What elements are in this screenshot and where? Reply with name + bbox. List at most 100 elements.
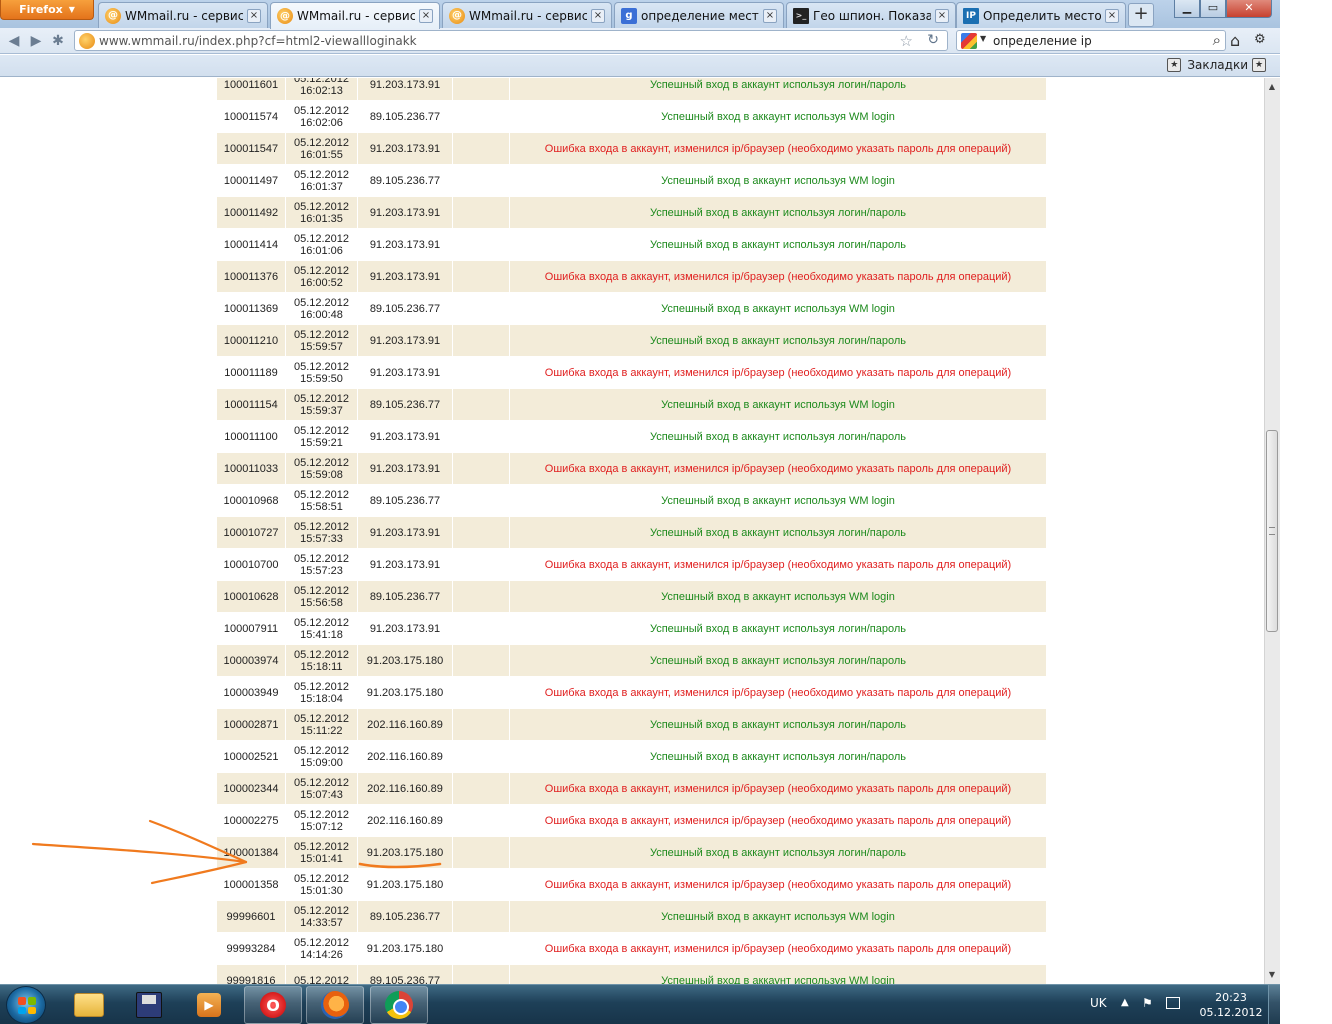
row-ip: 89.105.236.77 [357, 100, 453, 133]
back-arrow-icon[interactable]: ◀ [4, 31, 24, 51]
wmmail-icon: @ [277, 8, 293, 24]
table-row: 100003974 05.12.2012 15:18:11 91.203.175.18… [216, 644, 1047, 677]
row-date: 05.12.2012 [293, 808, 350, 821]
history-icon[interactable]: ✱ [48, 31, 68, 51]
row-ip: 89.105.236.77 [357, 292, 453, 325]
search-icon[interactable]: ⌕ [1213, 31, 1221, 49]
table-row: 100010700 05.12.2012 15:57:23 91.203.173.91… [216, 548, 1047, 581]
row-id: 100010968 [216, 484, 286, 517]
table-row: 100010628 05.12.2012 15:56:58 89.105.236.77… [216, 580, 1047, 613]
firefox-menu-label: Firefox [19, 3, 63, 16]
row-datetime: 05.12.2012 15:59:57 [285, 324, 358, 357]
row-id: 100011376 [216, 260, 286, 293]
row-time: 16:02:06 [300, 116, 343, 129]
row-empty-cell [452, 260, 510, 293]
taskbar-floppy[interactable] [120, 986, 178, 1024]
taskbar-opera[interactable]: O [244, 986, 302, 1024]
action-center-flag-icon[interactable]: ⚑ [1142, 996, 1153, 1010]
tab-4[interactable]: g определение места п... × [614, 2, 784, 28]
login-history-table: 100011601 05.12.2012 16:02:13 91.203.173.91… [216, 78, 1047, 984]
chevron-down-icon[interactable]: ▼ [980, 34, 986, 43]
row-date: 05.12.2012 [293, 974, 350, 985]
table-row: 100002521 05.12.2012 15:09:00 202.116.160.8… [216, 740, 1047, 773]
close-icon[interactable]: × [763, 8, 777, 23]
row-ip: 202.116.160.89 [357, 804, 453, 837]
taskbar-media-player[interactable]: ▶ [180, 986, 238, 1024]
url-host: www.wmmail.ru [99, 33, 195, 48]
tab-title: Определить месторa... [983, 8, 1101, 23]
tools-icon[interactable]: ⚙ [1254, 32, 1266, 47]
row-datetime: 05.12.2012 14:14:26 [285, 932, 358, 965]
bookmarks-toolbar: ★ Закладки ★ [0, 55, 1280, 77]
arrow-shaft [31, 842, 248, 864]
forward-arrow-icon[interactable]: ▶ [26, 31, 46, 51]
bookmarks-menu-button[interactable]: ★ Закладки [1167, 58, 1248, 72]
row-message: Успешный вход в аккаунт используя WM log… [509, 388, 1047, 421]
row-datetime: 05.12.2012 15:59:50 [285, 356, 358, 389]
close-icon[interactable]: × [247, 8, 261, 23]
row-ip: 91.203.173.91 [357, 356, 453, 389]
taskbar-firefox[interactable] [306, 986, 364, 1024]
tray-expand-icon[interactable]: ▲ [1121, 997, 1129, 1008]
close-icon[interactable]: × [1105, 8, 1119, 23]
scroll-down-arrow-icon[interactable]: ▼ [1264, 968, 1280, 982]
opera-icon: O [260, 992, 286, 1018]
search-input[interactable]: ▼ определение ip ⌕ [956, 30, 1226, 51]
row-datetime: 05.12.2012 15:18:11 [285, 644, 358, 677]
login-history-body: 100011601 05.12.2012 16:02:13 91.203.173.91… [216, 78, 1047, 985]
system-clock[interactable]: 20:23 05.12.2012 [1196, 990, 1266, 1020]
row-id: 100003949 [216, 676, 286, 709]
row-date: 05.12.2012 [293, 680, 350, 693]
google-icon[interactable] [961, 33, 977, 49]
row-empty-cell [452, 132, 510, 165]
tab-6[interactable]: IP Определить месторa... × [956, 2, 1126, 28]
url-bar[interactable]: www.wmmail.ru/index.php?cf=html2-viewall… [74, 30, 948, 51]
site-identity-icon[interactable] [79, 33, 95, 49]
clock-time: 20:23 [1215, 991, 1247, 1004]
close-icon[interactable]: × [935, 8, 949, 23]
language-indicator[interactable]: UK [1090, 996, 1107, 1010]
terminal-icon: >_ [793, 7, 809, 24]
row-ip: 202.116.160.89 [357, 740, 453, 773]
table-row: 100007911 05.12.2012 15:41:18 91.203.173.91… [216, 612, 1047, 645]
row-time: 14:33:57 [300, 916, 343, 929]
reload-icon[interactable]: ↻ [927, 32, 939, 48]
tab-3[interactable]: @ WMmail.ru - сервис п... × [442, 2, 612, 28]
row-message: Успешный вход в аккаунт используя WM log… [509, 900, 1047, 933]
table-row: 100002275 05.12.2012 15:07:12 202.116.160.8… [216, 804, 1047, 837]
tab-2-active[interactable]: @ WMmail.ru - сервис п... × [270, 2, 440, 29]
close-icon[interactable]: × [591, 8, 605, 23]
row-empty-cell [452, 356, 510, 389]
row-message: Успешный вход в аккаунт используя логин/… [509, 740, 1047, 773]
row-message: Успешный вход в аккаунт используя логин/… [509, 836, 1047, 869]
row-datetime: 05.12.2012 16:01:35 [285, 196, 358, 229]
row-message: Ошибка входа в аккаунт, изменился ip/бра… [509, 868, 1047, 901]
table-row: 100002344 05.12.2012 15:07:43 202.116.160.8… [216, 772, 1047, 805]
table-row: 100011547 05.12.2012 16:01:55 91.203.173.91… [216, 132, 1047, 165]
minimize-button[interactable]: ▁ [1174, 0, 1200, 18]
close-window-button[interactable]: ✕ [1226, 0, 1272, 18]
windows-start-icon[interactable] [6, 986, 46, 1024]
row-id: 100011601 [216, 78, 286, 101]
row-id: 100010727 [216, 516, 286, 549]
row-date: 05.12.2012 [293, 904, 350, 917]
close-icon[interactable]: × [419, 9, 433, 23]
firefox-menu-button[interactable]: Firefox ▼ [0, 0, 94, 20]
row-empty-cell [452, 548, 510, 581]
tab-1[interactable]: @ WMmail.ru - сервис п... × [98, 2, 268, 28]
bookmark-star-icon[interactable]: ☆ [900, 32, 913, 50]
star-icon[interactable]: ★ [1252, 58, 1266, 72]
row-time: 15:59:37 [300, 404, 343, 417]
taskbar-chrome[interactable] [370, 986, 428, 1024]
maximize-button[interactable]: ▭ [1200, 0, 1226, 18]
network-icon[interactable] [1166, 997, 1180, 1009]
row-empty-cell [452, 740, 510, 773]
show-desktop-button[interactable] [1268, 985, 1280, 1024]
row-empty-cell [452, 452, 510, 485]
home-icon[interactable]: ⌂ [1230, 31, 1240, 50]
row-time: 15:56:58 [300, 596, 343, 609]
new-tab-button[interactable]: + [1128, 3, 1154, 27]
scroll-up-arrow-icon[interactable]: ▲ [1264, 80, 1280, 94]
tab-5[interactable]: >_ Гео шпион. Показать... × [786, 2, 956, 28]
taskbar-explorer[interactable] [60, 986, 118, 1024]
